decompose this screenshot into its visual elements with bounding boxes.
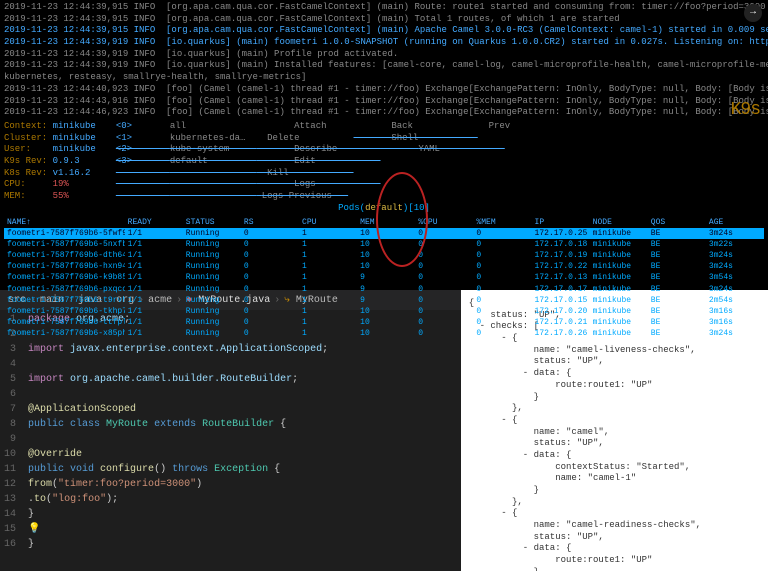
- code-lines[interactable]: package org.acme; import javax.enterpris…: [24, 310, 332, 554]
- col-header[interactable]: AGE: [706, 218, 764, 227]
- table-row[interactable]: foometri-7587f769b6-tkhp71/1Running01100…: [4, 306, 764, 317]
- table-row[interactable]: foometri-7587f769b6-5fwf91/1Running01100…: [4, 228, 764, 239]
- line-gutter: 12345678910111213141516: [0, 310, 24, 554]
- code-line[interactable]: import javax.enterprise.context.Applicat…: [28, 342, 328, 357]
- log-line: 2019-11-23 12:44:39,919 INFO [io.quarkus…: [4, 60, 764, 72]
- table-row[interactable]: foometri-7587f769b6-hxn941/1Running01100…: [4, 261, 764, 272]
- col-header[interactable]: IP: [532, 218, 590, 227]
- table-row[interactable]: foometri-7587f769b6-dth641/1Running01100…: [4, 250, 764, 261]
- log-line: 2019-11-23 12:44:39,915 INFO [org.apa.ca…: [4, 25, 764, 37]
- code-line[interactable]: }: [28, 537, 328, 552]
- log-line: 2019-11-23 12:44:39,915 INFO [org.apa.ca…: [4, 14, 764, 26]
- terminal-k9s[interactable]: 2019-11-23 12:44:39,915 INFO [org.apa.ca…: [0, 0, 768, 290]
- pods-table[interactable]: NAME↑READYSTATUSRSCPUMEM%CPU%MEMIPNODEQO…: [4, 217, 764, 340]
- code-line[interactable]: }: [28, 507, 328, 522]
- next-arrow-icon[interactable]: →: [744, 4, 762, 22]
- col-header[interactable]: NODE: [590, 218, 648, 227]
- code-line[interactable]: from("timer:foo?period=3000"): [28, 477, 328, 492]
- k9s-logo: K9s: [731, 100, 760, 120]
- code-line[interactable]: .to("log:foo");: [28, 492, 328, 507]
- code-line[interactable]: [28, 432, 328, 447]
- log-lines: 2019-11-23 12:44:39,915 INFO [org.apa.ca…: [4, 2, 764, 119]
- log-line: kubernetes, resteasy, smallrye-health, s…: [4, 72, 764, 84]
- col-header[interactable]: %MEM: [473, 218, 531, 227]
- code-line[interactable]: [28, 357, 328, 372]
- code-line[interactable]: [28, 387, 328, 402]
- code-line[interactable]: @ApplicationScoped: [28, 402, 328, 417]
- table-row[interactable]: foometri-7587f769b6-t9rvh1/1Running01900…: [4, 295, 764, 306]
- log-line: 2019-11-23 12:44:39,919 INFO [io.quarkus…: [4, 49, 764, 61]
- code-line[interactable]: 💡: [28, 522, 328, 537]
- col-header[interactable]: READY: [125, 218, 183, 227]
- table-row[interactable]: foometri-7587f769b6-5nxfb1/1Running01100…: [4, 239, 764, 250]
- col-header[interactable]: QOS: [648, 218, 706, 227]
- table-row[interactable]: foometri-7587f769b6-k9b851/1Running01900…: [4, 272, 764, 283]
- table-row[interactable]: foometri-7587f769b6-x85ph1/1Running01100…: [4, 328, 764, 339]
- log-line: 2019-11-23 12:44:46,923 INFO [foo] (Came…: [4, 107, 764, 119]
- table-header: NAME↑READYSTATUSRSCPUMEM%CPU%MEMIPNODEQO…: [4, 217, 764, 228]
- code-line[interactable]: import org.apache.camel.builder.RouteBui…: [28, 372, 328, 387]
- code-line[interactable]: public class MyRoute extends RouteBuilde…: [28, 417, 328, 432]
- log-line: 2019-11-23 12:44:39,919 INFO [io.quarkus…: [4, 37, 764, 49]
- pod-title: Pods(default)[10]: [4, 203, 764, 213]
- table-row[interactable]: foometri-7587f769b6-pxqcc1/1Running01900…: [4, 284, 764, 295]
- col-header[interactable]: RS: [241, 218, 299, 227]
- code-line[interactable]: @Override: [28, 447, 328, 462]
- col-header[interactable]: %CPU: [415, 218, 473, 227]
- col-header[interactable]: CPU: [299, 218, 357, 227]
- log-line: 2019-11-23 12:44:39,915 INFO [org.apa.ca…: [4, 2, 764, 14]
- table-row[interactable]: foometri-7587f769b6-ttfpl1/1Running01100…: [4, 317, 764, 328]
- code-line[interactable]: public void configure() throws Exception…: [28, 462, 328, 477]
- col-header[interactable]: STATUS: [183, 218, 241, 227]
- col-header[interactable]: NAME↑: [4, 218, 125, 227]
- col-header[interactable]: MEM: [357, 218, 415, 227]
- cluster-info: Context: minikube Cluster: minikube User…: [4, 121, 764, 203]
- log-line: 2019-11-23 12:44:40,923 INFO [foo] (Came…: [4, 84, 764, 96]
- log-line: 2019-11-23 12:44:43,916 INFO [foo] (Came…: [4, 96, 764, 108]
